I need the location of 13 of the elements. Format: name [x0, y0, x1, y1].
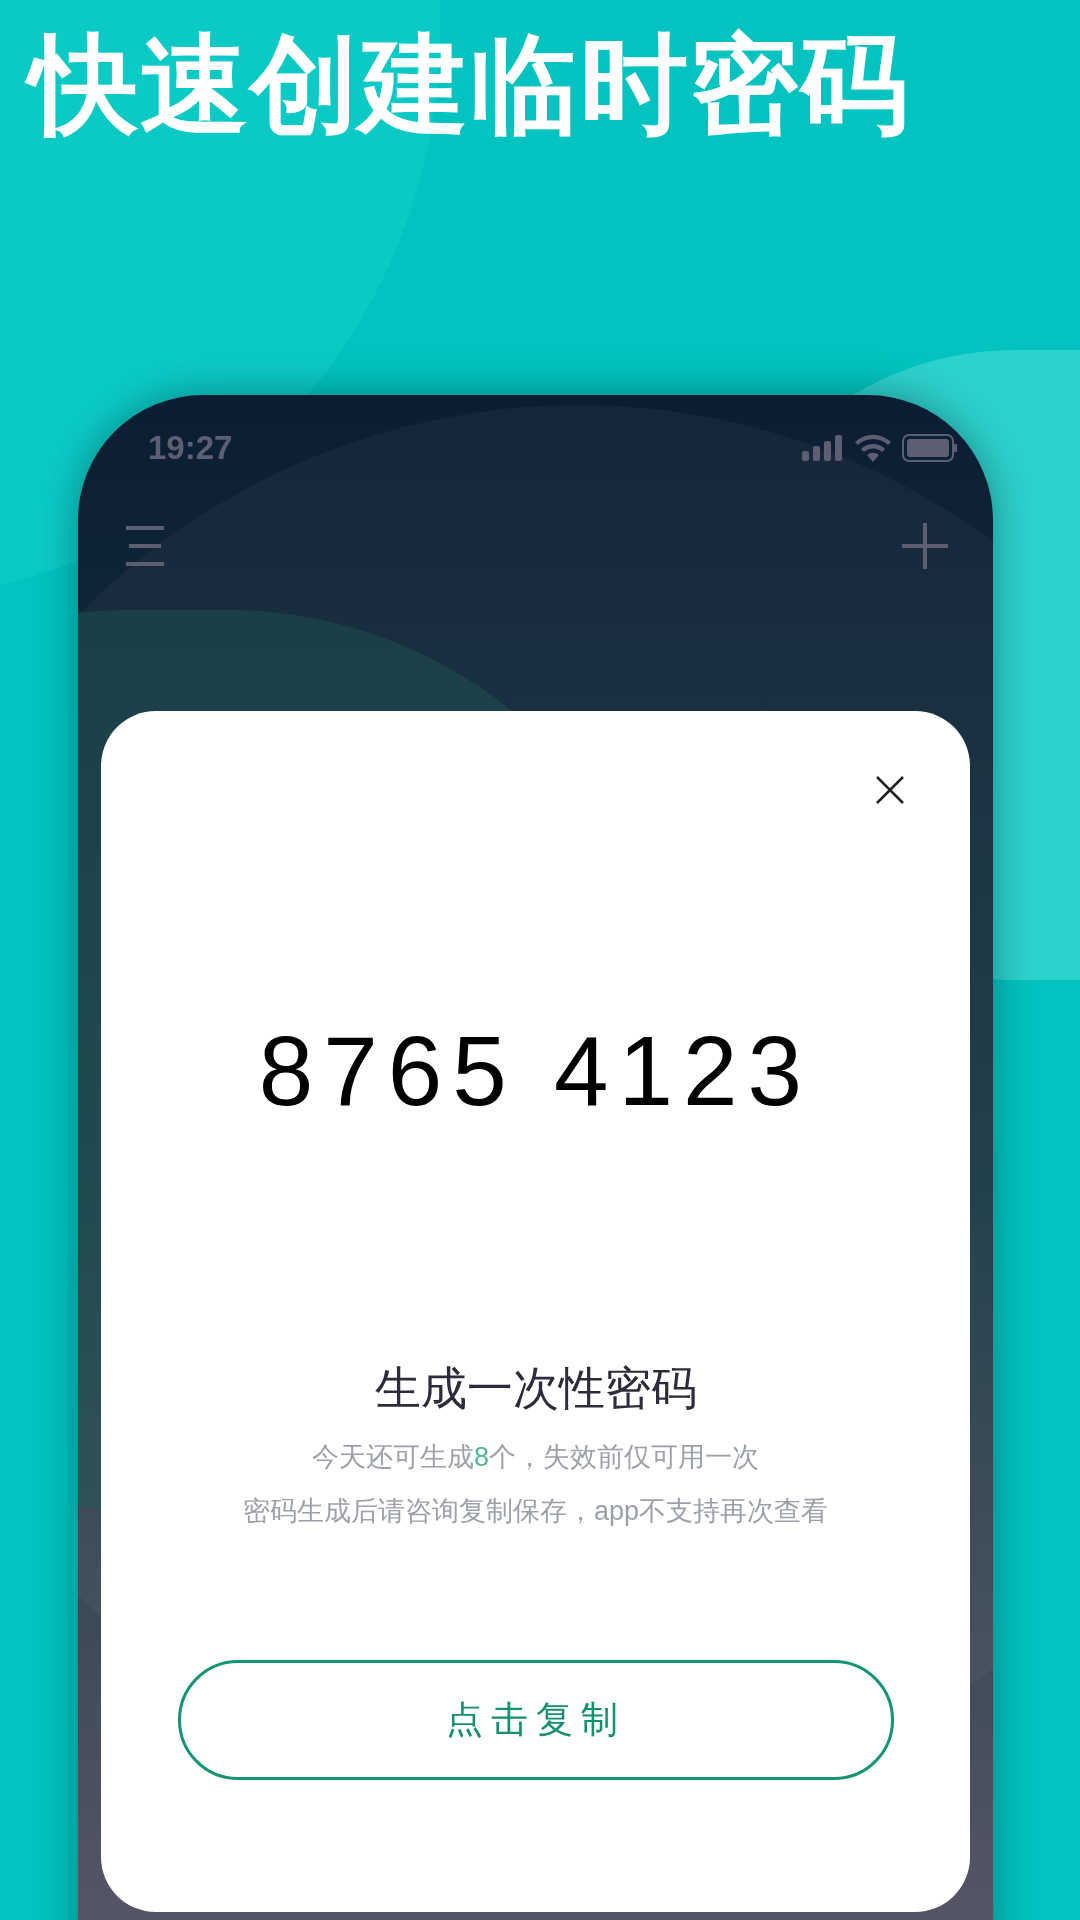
add-icon[interactable] — [902, 523, 948, 569]
menu-icon[interactable] — [125, 526, 165, 566]
password-code: 8765 4123 — [258, 1016, 813, 1126]
headline: 快速创建临时密码 — [0, 0, 1080, 147]
dialog-title: 生成一次性密码 — [374, 1361, 697, 1416]
battery-icon — [902, 434, 958, 462]
wifi-icon — [854, 434, 892, 462]
signal-icon — [802, 435, 844, 461]
close-icon[interactable] — [876, 776, 904, 804]
notice-text: 今天还可生成8个，失效前仅可用一次 — [312, 1441, 759, 1474]
notice-text: 密码生成后请咨询复制保存，app不支持再次查看 — [242, 1495, 829, 1528]
status-time: 19:27 — [148, 428, 233, 469]
copy-button[interactable]: 点击复制 — [177, 1660, 894, 1780]
